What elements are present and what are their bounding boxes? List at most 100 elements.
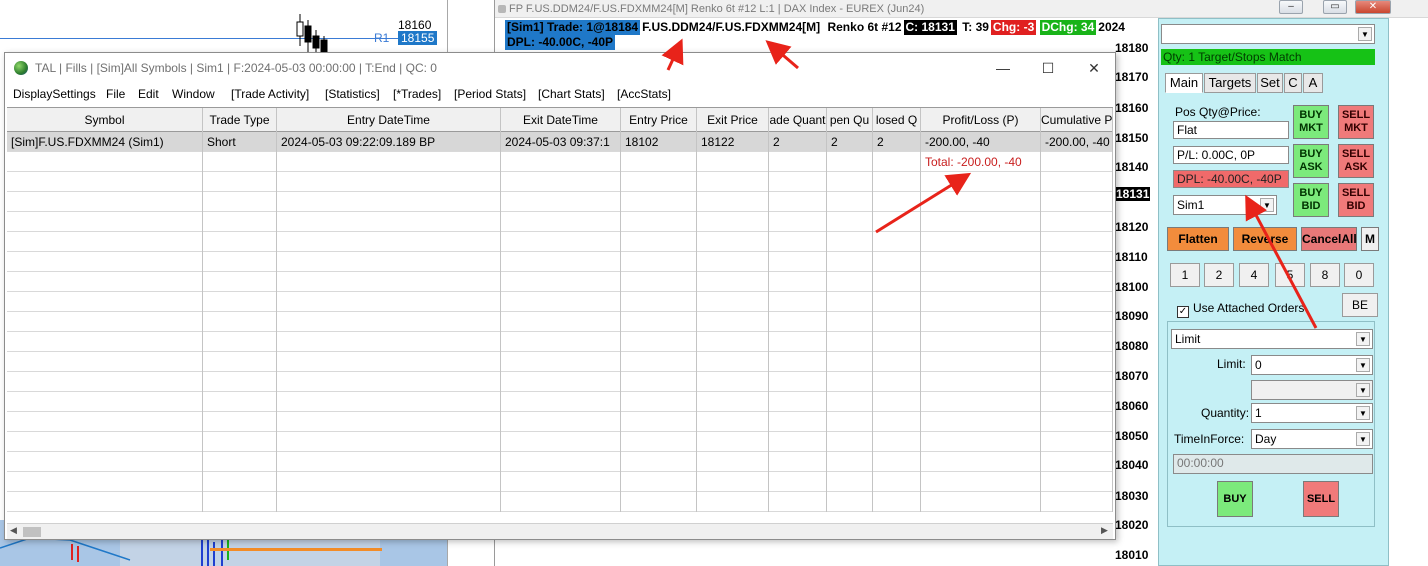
tab-set[interactable]: Set: [1257, 73, 1283, 93]
chart-titlebar[interactable]: FP F.US.DDM24/F.US.FDXMM24[M] Renko 6t #…: [495, 0, 1428, 18]
menu-period-stats[interactable]: [Period Stats]: [454, 83, 526, 105]
buy-bid-button[interactable]: BUY BID: [1293, 183, 1329, 217]
sell-button[interactable]: SELL: [1303, 481, 1339, 517]
table-row[interactable]: [7, 472, 1113, 492]
cancel-all-button[interactable]: CancelAll: [1301, 227, 1357, 251]
scroll-left-icon[interactable]: ◀: [10, 525, 17, 536]
table-row[interactable]: [7, 432, 1113, 452]
use-attached-orders-checkbox[interactable]: ✓ Use Attached Orders: [1177, 301, 1304, 318]
minimize-icon[interactable]: —: [980, 53, 1026, 83]
horizontal-scrollbar[interactable]: ◀ ▶: [7, 523, 1113, 539]
sell-market-button[interactable]: SELL MKT: [1338, 105, 1374, 139]
table-cell: [1041, 452, 1113, 472]
price-tick: 18090: [1115, 309, 1149, 323]
table-row[interactable]: [7, 212, 1113, 232]
flatten-button[interactable]: Flatten: [1167, 227, 1229, 251]
table-row[interactable]: [7, 332, 1113, 352]
table-cell: [7, 492, 203, 512]
maximize-icon[interactable]: ☐: [1025, 53, 1071, 83]
table-row[interactable]: [7, 252, 1113, 272]
column-header[interactable]: Entry DateTime: [277, 108, 501, 132]
table-cell: [Sim]F.US.FDXMM24 (Sim1): [7, 132, 203, 152]
column-header[interactable]: Profit/Loss (P): [921, 108, 1041, 132]
column-header[interactable]: Cumulative P: [1041, 108, 1113, 132]
qty-preset-5[interactable]: 5: [1275, 263, 1305, 287]
table-row[interactable]: [7, 172, 1113, 192]
menu-statistics[interactable]: [Statistics]: [325, 83, 380, 105]
menu-chart-stats[interactable]: [Chart Stats]: [538, 83, 605, 105]
m-button[interactable]: M: [1361, 227, 1379, 251]
dpl-info: DPL: -40.00C, -40P: [505, 35, 616, 50]
table-cell: [621, 172, 697, 192]
menu-edit[interactable]: Edit: [138, 83, 159, 105]
tab-targets[interactable]: Targets: [1204, 73, 1256, 93]
account-dropdown[interactable]: Sim1 ▼: [1173, 195, 1277, 215]
column-header[interactable]: Exit Price: [697, 108, 769, 132]
breakeven-button[interactable]: BE: [1342, 293, 1378, 317]
column-header[interactable]: pen Qu: [827, 108, 873, 132]
qty-preset-8[interactable]: 8: [1310, 263, 1340, 287]
dchg-info: DChg: 34: [1039, 20, 1097, 35]
column-header[interactable]: Trade Type: [203, 108, 277, 132]
buy-ask-button[interactable]: BUY ASK: [1293, 144, 1329, 178]
column-header[interactable]: Entry Price: [621, 108, 697, 132]
column-header[interactable]: Symbol: [7, 108, 203, 132]
menu-acc-stats[interactable]: [AccStats]: [617, 83, 671, 105]
column-header[interactable]: ade Quant: [769, 108, 827, 132]
table-row[interactable]: [7, 292, 1113, 312]
price-axis[interactable]: 18180 18170 18160 18150 18140 18131 18120 18110…: [1115, 0, 1155, 566]
table-row[interactable]: [7, 372, 1113, 392]
quantity-input[interactable]: 1 ▼: [1251, 403, 1373, 423]
qty-preset-4[interactable]: 4: [1239, 263, 1269, 287]
buy-button[interactable]: BUY: [1217, 481, 1253, 517]
qty-preset-2[interactable]: 2: [1204, 263, 1234, 287]
scroll-right-icon[interactable]: ▶: [1101, 525, 1108, 536]
checkmark-icon[interactable]: ✓: [1177, 306, 1189, 318]
price-tick: 18080: [1115, 339, 1149, 353]
menu-window[interactable]: Window: [172, 83, 215, 105]
table-row[interactable]: [7, 232, 1113, 252]
table-row[interactable]: [7, 492, 1113, 512]
table-row[interactable]: [7, 272, 1113, 292]
column-header[interactable]: losed Q: [873, 108, 921, 132]
minimize-icon[interactable]: –: [1279, 0, 1303, 14]
menu-trade-activity[interactable]: [Trade Activity]: [231, 83, 309, 105]
menu-display-settings[interactable]: DisplaySettings: [13, 83, 96, 105]
buy-market-button[interactable]: BUY MKT: [1293, 105, 1329, 139]
close-icon[interactable]: ✕: [1355, 0, 1391, 14]
table-row[interactable]: [7, 392, 1113, 412]
tal-fills-window[interactable]: TAL | Fills | [Sim]All Symbols | Sim1 | …: [4, 52, 1116, 540]
table-row[interactable]: [7, 192, 1113, 212]
table-cell: 2024-05-03 09:37:1: [501, 132, 621, 152]
scrollbar-thumb[interactable]: [23, 527, 41, 537]
tab-c[interactable]: C: [1284, 73, 1302, 93]
reverse-button[interactable]: Reverse: [1233, 227, 1297, 251]
table-row[interactable]: [7, 352, 1113, 372]
column-header[interactable]: Exit DateTime: [501, 108, 621, 132]
qty-preset-0[interactable]: 0: [1344, 263, 1374, 287]
maximize-icon[interactable]: ▭: [1323, 0, 1347, 14]
table-row[interactable]: Total: -200.00, -40: [7, 152, 1113, 172]
table-cell: 18122: [697, 132, 769, 152]
order-type-select[interactable]: Limit ▼: [1171, 329, 1373, 349]
table-cell: [203, 292, 277, 312]
table-row[interactable]: [Sim]F.US.FDXMM24 (Sim1) Short 2024-05-03 …: [7, 132, 1113, 152]
time-in-force-select[interactable]: Day ▼: [1251, 429, 1373, 449]
tal-titlebar[interactable]: TAL | Fills | [Sim]All Symbols | Sim1 | …: [5, 53, 1115, 83]
table-cell: [921, 252, 1041, 272]
tab-main[interactable]: Main: [1165, 73, 1203, 93]
sell-bid-button[interactable]: SELL BID: [1338, 183, 1374, 217]
qty-preset-1[interactable]: 1: [1170, 263, 1200, 287]
account-selector[interactable]: ▼: [1161, 24, 1375, 44]
sell-ask-button[interactable]: SELL ASK: [1338, 144, 1374, 178]
close-icon[interactable]: ✕: [1071, 53, 1117, 83]
table-row[interactable]: [7, 452, 1113, 472]
tab-a[interactable]: A: [1303, 73, 1323, 93]
limit-price-input[interactable]: 0 ▼: [1251, 355, 1373, 375]
menu-trades[interactable]: [*Trades]: [393, 83, 441, 105]
table-row[interactable]: [7, 412, 1113, 432]
qty-match-status: Qty: 1 Target/Stops Match: [1161, 49, 1375, 65]
table-row[interactable]: [7, 312, 1113, 332]
menu-file[interactable]: File: [106, 83, 125, 105]
time-input[interactable]: 00:00:00: [1173, 454, 1373, 474]
